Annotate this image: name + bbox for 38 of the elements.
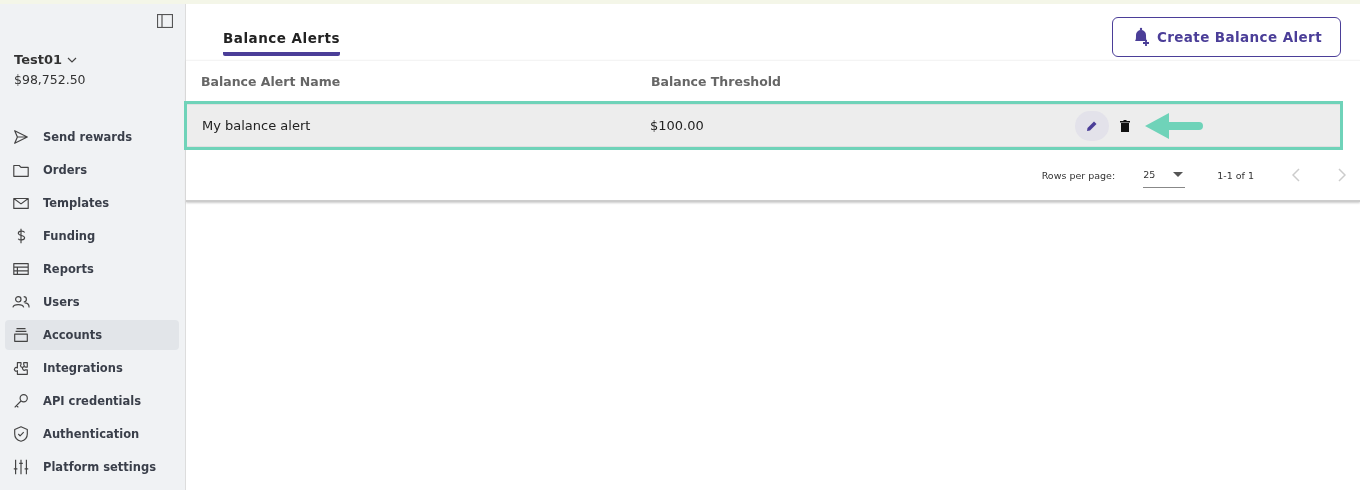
nav-item[interactable]: Users (5, 287, 179, 317)
create-alert-button[interactable]: Create Balance Alert (1111, 17, 1341, 57)
nav-icon (12, 293, 30, 311)
nav-icon (12, 458, 30, 476)
pointer-arrow-drawing (1145, 112, 1203, 139)
nav-item[interactable]: Integrations (5, 353, 179, 383)
nav-item[interactable]: Funding (5, 221, 179, 251)
rows-per-page-select[interactable]: 25 (1143, 162, 1186, 188)
nav-item[interactable]: Reports (5, 254, 179, 284)
edit-button[interactable] (1075, 110, 1109, 141)
dropdown-caret-icon (1173, 172, 1184, 177)
table-cell-text: My balance alert (201, 118, 312, 133)
nav-item[interactable]: Orders (5, 155, 179, 185)
nav-icon (12, 359, 30, 377)
rows-per-page-label: Rows per page: (1041, 169, 1116, 181)
nav-icon (12, 392, 30, 410)
nav-icon (12, 326, 30, 344)
nav-icon (12, 425, 30, 443)
nav-item[interactable]: API credentials (5, 386, 179, 416)
trash-icon (1120, 119, 1130, 132)
column-header: Balance Threshold (650, 73, 783, 89)
account-switcher[interactable]: Test01 (14, 52, 77, 67)
nav-item[interactable]: Accounts (5, 320, 179, 350)
table-cell-text: $100.00 (649, 118, 705, 133)
chevron-down-icon (67, 56, 77, 63)
table-row[interactable]: My balance alert $100.00 (187, 104, 1340, 147)
pencil-icon (1086, 119, 1098, 132)
nav-item[interactable]: Platform settings (5, 452, 179, 482)
account-balance: $98,752.50 (14, 72, 87, 87)
nav-icon (12, 128, 30, 146)
page-range: 1-1 of 1 (1217, 169, 1254, 181)
nav-item[interactable]: Templates (5, 188, 179, 218)
sidebar-toggle-icon[interactable] (157, 14, 173, 28)
nav-item[interactable]: Send rewards (5, 122, 179, 152)
nav-item[interactable]: Authentication (5, 419, 179, 449)
nav-icon (12, 260, 30, 278)
column-header: Balance Alert Name (200, 73, 342, 89)
tab[interactable]: Balance Alerts (223, 30, 340, 56)
